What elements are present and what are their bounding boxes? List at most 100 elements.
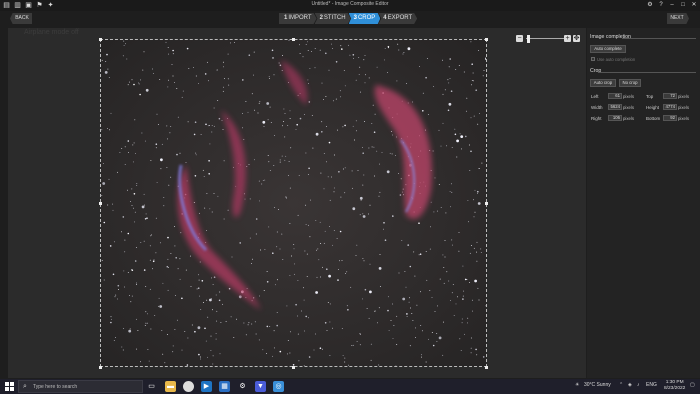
zoom-slider-thumb[interactable] (527, 35, 530, 43)
unit-label: pixels (623, 105, 634, 110)
star (227, 78, 229, 80)
notification-icon[interactable]: ▢ (690, 382, 695, 388)
star (209, 125, 210, 126)
step-number: 1 (284, 15, 288, 21)
star (340, 96, 342, 98)
star (321, 131, 323, 133)
star (205, 340, 207, 342)
star (321, 348, 323, 350)
star (162, 353, 164, 355)
crop-handle[interactable] (485, 38, 488, 41)
height-field[interactable]: 4774 (663, 104, 677, 110)
star (155, 143, 158, 145)
star (263, 126, 265, 128)
fit-icon[interactable]: ✥ (573, 35, 580, 42)
star (364, 288, 367, 291)
star (325, 126, 327, 127)
star (378, 267, 382, 270)
crop-handle[interactable] (99, 202, 102, 205)
star (281, 70, 283, 72)
help-icon[interactable]: ? (657, 1, 665, 10)
back-button[interactable]: BACK (10, 13, 32, 24)
star (335, 61, 338, 63)
star (135, 247, 137, 249)
taskbar-search[interactable]: ⌕ Type here to search (18, 380, 143, 393)
crop-handle[interactable] (99, 38, 102, 41)
star (231, 256, 233, 258)
tab-crop[interactable]: 3CROP (348, 13, 381, 24)
ice-app-icon[interactable]: ◎ (273, 381, 284, 392)
chrome-icon[interactable] (183, 381, 194, 392)
next-button[interactable]: NEXT (667, 13, 689, 24)
photos-icon[interactable]: ▦ (219, 381, 230, 392)
shield-app-icon[interactable]: ▼ (255, 381, 266, 392)
star (332, 327, 334, 329)
weather-text[interactable]: 30°C Sunny (584, 382, 611, 388)
maximize-icon[interactable]: □ (679, 1, 687, 10)
zoom-control: − + ✥ (516, 35, 582, 43)
star (373, 146, 375, 148)
tab-stitch[interactable]: 2STITCH (314, 13, 351, 24)
star (307, 174, 309, 176)
language-indicator[interactable]: ENG (646, 382, 657, 388)
star (167, 86, 169, 88)
crop-handle[interactable] (292, 38, 295, 41)
left-field[interactable]: 61 (608, 93, 622, 99)
crop-handle[interactable] (99, 366, 102, 369)
star (432, 150, 434, 152)
star (320, 276, 321, 278)
star (268, 75, 270, 77)
star (152, 73, 154, 75)
crop-handle[interactable] (485, 366, 488, 369)
width-field[interactable]: 5624 (608, 104, 622, 110)
task-view-icon[interactable]: ▭ (146, 381, 157, 392)
crop-handle[interactable] (292, 366, 295, 369)
gear-icon[interactable]: ⚙ (646, 1, 654, 10)
zoom-out-button[interactable]: − (516, 35, 523, 42)
star (133, 142, 135, 144)
right-field[interactable]: 106 (608, 115, 622, 121)
tab-import[interactable]: 1IMPORT (279, 13, 317, 24)
star (145, 322, 147, 324)
zoom-in-button[interactable]: + (564, 35, 571, 42)
star (101, 129, 103, 131)
crop-handle[interactable] (485, 202, 488, 205)
star (348, 364, 350, 366)
weather-icon[interactable]: ☀ (575, 382, 579, 388)
minimize-icon[interactable]: – (668, 1, 676, 10)
use-auto-completion-checkbox[interactable] (591, 57, 595, 61)
chevron-up-icon[interactable]: ⌃ (619, 382, 623, 388)
star (479, 112, 481, 114)
star (220, 321, 222, 323)
auto-crop-button[interactable]: Auto crop (590, 79, 616, 87)
star (412, 101, 413, 103)
close-icon[interactable]: ✕ (690, 1, 698, 10)
network-icon[interactable]: ◈ (628, 382, 632, 388)
star (174, 329, 176, 330)
visual-studio-icon[interactable]: ▶ (201, 381, 212, 392)
star (469, 281, 471, 283)
clock[interactable]: 1:30 PM 8/23/2022 (664, 380, 685, 392)
star (419, 291, 421, 293)
tab-export[interactable]: 4EXPORT (378, 13, 418, 24)
windows-start-icon[interactable] (5, 382, 14, 391)
star (288, 40, 290, 41)
star (410, 307, 411, 309)
top-field[interactable]: 72 (663, 93, 677, 99)
star (175, 257, 177, 259)
star (258, 102, 260, 104)
file-explorer-icon[interactable]: ▬ (165, 381, 176, 392)
auto-complete-button[interactable]: Auto complete (590, 45, 626, 53)
stitched-image[interactable] (100, 39, 487, 367)
nebula-image (101, 40, 486, 366)
bottom-field[interactable]: 92 (663, 115, 677, 121)
no-crop-button[interactable]: No crop (619, 79, 641, 87)
volume-icon[interactable]: ♪ (637, 382, 640, 388)
star (471, 80, 473, 81)
crop-title: Crop (590, 68, 602, 74)
star (137, 330, 139, 332)
star (379, 163, 380, 165)
star (195, 75, 197, 77)
star (148, 360, 150, 362)
settings-icon[interactable]: ⚙ (237, 381, 248, 392)
